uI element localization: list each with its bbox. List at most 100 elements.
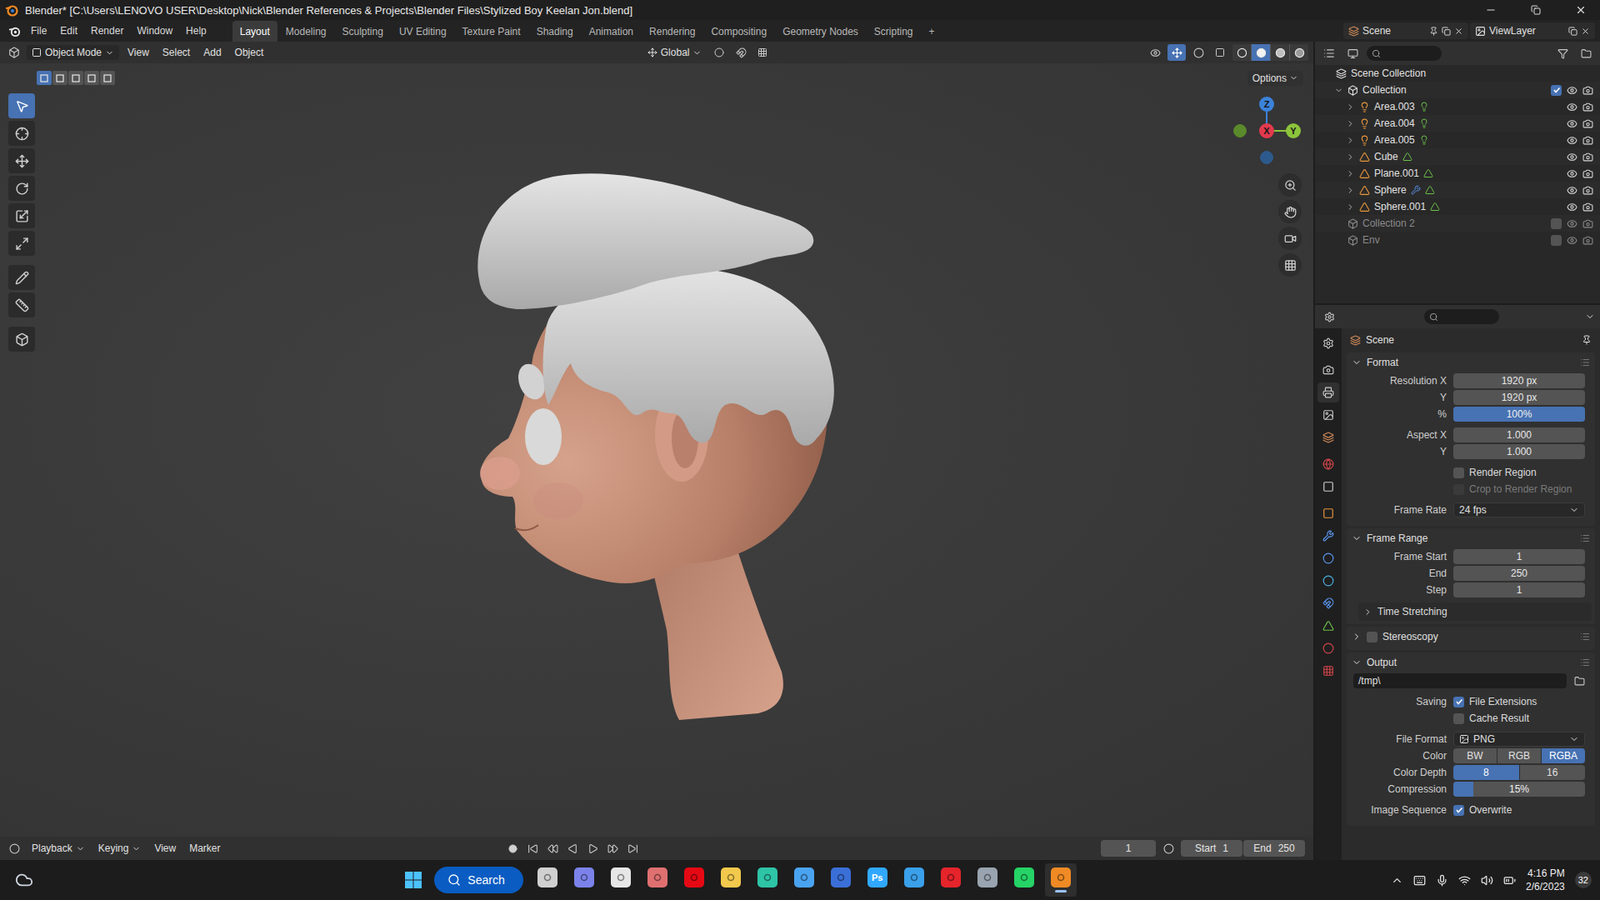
panel-header[interactable]: Stereoscopy bbox=[1346, 626, 1595, 647]
checkbox-box[interactable] bbox=[1453, 805, 1465, 816]
expand-arrow[interactable] bbox=[1333, 85, 1344, 95]
properties-tab[interactable] bbox=[1317, 638, 1340, 659]
gizmo-axis[interactable]: Y bbox=[1285, 123, 1301, 139]
panel-header[interactable]: Frame Range bbox=[1346, 528, 1595, 549]
workspace-tab[interactable]: Sculpting bbox=[335, 20, 391, 42]
taskbar-app[interactable] bbox=[935, 863, 967, 897]
mode-dropdown[interactable]: Object Mode bbox=[26, 45, 120, 60]
tool-button[interactable] bbox=[8, 93, 35, 119]
battery-icon[interactable] bbox=[1503, 874, 1516, 887]
workspace-tab[interactable]: Modeling bbox=[278, 20, 335, 42]
start-frame-field[interactable]: Start1 bbox=[1180, 840, 1243, 857]
subpanel-header[interactable]: Time Stretching bbox=[1358, 602, 1592, 621]
tool-button[interactable] bbox=[8, 230, 35, 256]
timeline-menu[interactable]: View bbox=[149, 840, 181, 856]
panel-header[interactable]: Output bbox=[1346, 652, 1595, 673]
gizmo-axis[interactable]: Z bbox=[1259, 96, 1275, 112]
select-mode-button[interactable] bbox=[68, 70, 84, 85]
outliner-row[interactable]: Env bbox=[1315, 231, 1600, 249]
render-camera-icon[interactable] bbox=[1582, 118, 1594, 130]
viewport-canvas[interactable]: OptionsZYX bbox=[0, 63, 1314, 837]
render-camera-icon[interactable] bbox=[1582, 135, 1594, 146]
outliner-row[interactable]: Collection bbox=[1315, 81, 1600, 99]
expand-arrow[interactable] bbox=[1345, 102, 1355, 112]
expand-arrow[interactable] bbox=[1345, 202, 1355, 212]
taskbar-app[interactable] bbox=[825, 863, 857, 897]
clock[interactable]: 4:16 PM2/6/2023 bbox=[1525, 866, 1565, 894]
shading-button[interactable] bbox=[1251, 44, 1270, 61]
pin-icon[interactable] bbox=[1581, 335, 1592, 345]
taskbar-search[interactable]: Search bbox=[434, 866, 523, 894]
outliner-search[interactable] bbox=[1366, 45, 1442, 61]
snap-button[interactable] bbox=[731, 44, 750, 61]
editor-type-button[interactable] bbox=[1320, 45, 1339, 62]
drag-handle-icon[interactable] bbox=[1580, 631, 1590, 642]
properties-tab[interactable] bbox=[1317, 476, 1340, 497]
select-mode-button[interactable] bbox=[52, 70, 68, 85]
tool-button[interactable] bbox=[8, 265, 35, 290]
properties-tab[interactable] bbox=[1317, 405, 1340, 425]
tool-button[interactable] bbox=[8, 120, 35, 146]
taskbar-app[interactable] bbox=[715, 863, 747, 897]
preview-range-button[interactable] bbox=[1159, 840, 1178, 857]
microphone-icon[interactable] bbox=[1435, 874, 1449, 887]
select-mode-button[interactable] bbox=[100, 70, 115, 85]
outliner-row[interactable]: Sphere bbox=[1315, 181, 1600, 199]
checkbox[interactable]: Render Region bbox=[1453, 466, 1585, 479]
end-frame-field[interactable]: End250 bbox=[1243, 840, 1305, 857]
number-field[interactable]: 1 bbox=[1453, 582, 1585, 598]
slider-field[interactable]: 100% bbox=[1453, 406, 1585, 422]
workspace-tab[interactable]: UV Editing bbox=[391, 20, 455, 42]
gizmo-axis[interactable] bbox=[1260, 151, 1274, 165]
properties-tab[interactable] bbox=[1317, 548, 1340, 569]
slider-field[interactable]: 15% bbox=[1453, 781, 1585, 797]
render-camera-icon[interactable] bbox=[1582, 151, 1594, 163]
add-workspace-button[interactable]: + bbox=[921, 20, 943, 42]
weather-icon[interactable] bbox=[15, 870, 34, 890]
eye-icon[interactable] bbox=[1566, 151, 1578, 163]
menu-item[interactable]: File bbox=[25, 22, 53, 40]
camera-view-button[interactable] bbox=[1278, 226, 1302, 250]
shading-button[interactable] bbox=[1290, 44, 1309, 61]
select-mode-button[interactable] bbox=[84, 70, 100, 85]
expand-arrow[interactable] bbox=[1345, 152, 1355, 162]
taskbar-app[interactable] bbox=[605, 863, 637, 897]
properties-tab[interactable] bbox=[1317, 333, 1340, 354]
minimize-button[interactable] bbox=[1471, 0, 1510, 20]
properties-tab[interactable] bbox=[1317, 427, 1340, 448]
chevron-down-icon[interactable] bbox=[1585, 311, 1595, 322]
mesh-data-icon[interactable] bbox=[1423, 168, 1434, 179]
zoom-button[interactable] bbox=[1278, 173, 1302, 197]
checkbox[interactable]: Overwrite bbox=[1453, 804, 1585, 816]
taskbar-app[interactable] bbox=[1008, 863, 1040, 897]
checkbox[interactable]: Cache Result bbox=[1453, 712, 1585, 725]
gizmo-axis[interactable] bbox=[1234, 125, 1247, 138]
tool-button[interactable] bbox=[8, 292, 35, 318]
editor-type-button[interactable] bbox=[5, 44, 24, 61]
toggle-option[interactable]: 16 bbox=[1520, 765, 1586, 780]
tool-button[interactable] bbox=[8, 203, 35, 229]
exclude-checkbox[interactable] bbox=[1550, 235, 1562, 246]
expand-arrow[interactable] bbox=[1345, 119, 1355, 129]
taskbar-app[interactable] bbox=[531, 863, 564, 897]
viewport-menu[interactable]: Add bbox=[198, 45, 226, 60]
eye-icon[interactable] bbox=[1566, 135, 1578, 146]
proportional-button[interactable] bbox=[753, 44, 772, 61]
scene-selector[interactable]: Scene bbox=[1343, 22, 1469, 40]
workspace-tab[interactable]: Compositing bbox=[703, 20, 775, 42]
taskbar-app[interactable] bbox=[751, 863, 784, 897]
outliner-row[interactable]: Area.005 bbox=[1315, 131, 1600, 149]
dropdown[interactable]: PNG bbox=[1453, 731, 1585, 747]
render-camera-icon[interactable] bbox=[1582, 101, 1594, 113]
number-field[interactable]: 1920 px bbox=[1453, 390, 1585, 405]
properties-tab[interactable] bbox=[1317, 570, 1340, 591]
outliner-row[interactable]: Area.004 bbox=[1315, 115, 1600, 132]
taskbar-app[interactable] bbox=[1045, 863, 1077, 897]
workspace-tab[interactable]: Texture Paint bbox=[455, 20, 529, 42]
expand-arrow[interactable] bbox=[1345, 135, 1355, 145]
number-field[interactable]: 1 bbox=[1453, 549, 1585, 565]
number-field[interactable]: 1920 px bbox=[1453, 373, 1585, 389]
checkbox[interactable]: Crop to Render Region bbox=[1453, 483, 1585, 495]
render-camera-icon[interactable] bbox=[1582, 168, 1594, 180]
outliner-row[interactable]: Scene Collection bbox=[1315, 65, 1600, 82]
